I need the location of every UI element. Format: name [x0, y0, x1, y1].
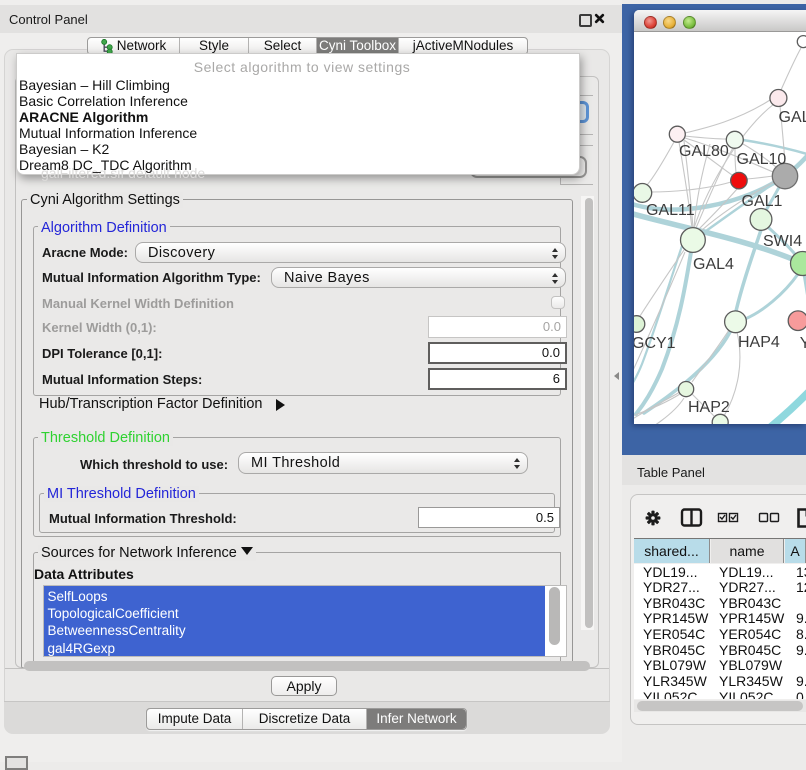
svg-text:HAP4: HAP4 [738, 334, 780, 351]
svg-text:GAL80: GAL80 [679, 143, 729, 160]
svg-text:GAL1: GAL1 [742, 193, 783, 210]
svg-text:GAL: GAL [779, 109, 806, 126]
svg-text:GAL4: GAL4 [693, 256, 734, 273]
svg-text:GCY1: GCY1 [634, 335, 676, 352]
svg-text:GAL10: GAL10 [737, 151, 787, 168]
svg-text:GAL11: GAL11 [646, 202, 695, 219]
svg-text:SWI4: SWI4 [763, 233, 802, 250]
svg-text:Y: Y [800, 335, 806, 352]
svg-text:HAP2: HAP2 [688, 399, 730, 416]
